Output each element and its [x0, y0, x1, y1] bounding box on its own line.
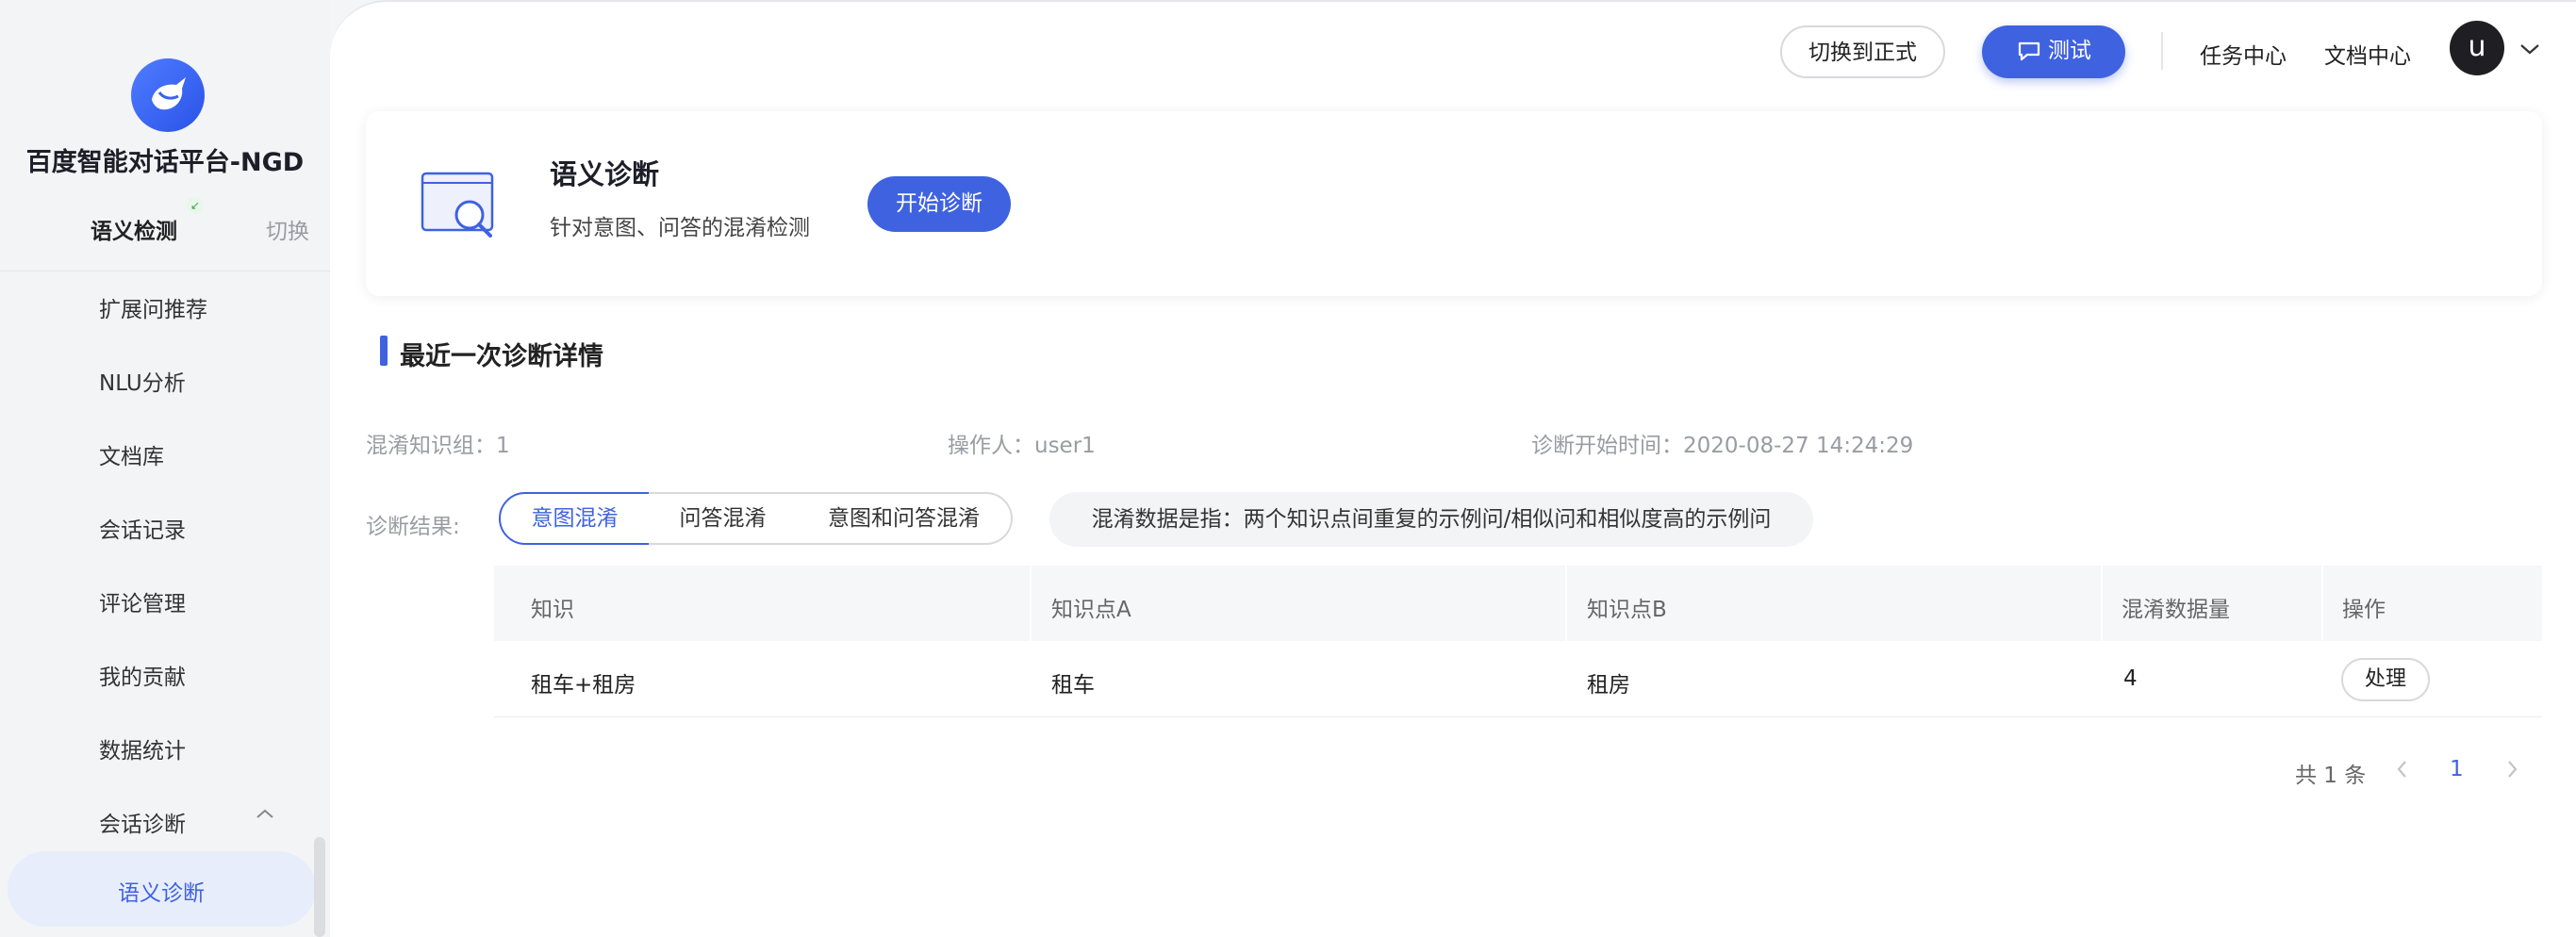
section-title: 最近一次诊断详情: [400, 342, 603, 371]
diagnosis-card: [366, 111, 2542, 296]
sidebar-item-semantic-diagnosis-label: 语义诊断: [118, 881, 205, 906]
table-cell-point-b: 租房: [1587, 673, 1630, 698]
pagination-total: 共 1 条: [2295, 764, 2367, 788]
avatar[interactable]: u: [2450, 21, 2504, 75]
section-accent-bar: [380, 336, 388, 366]
filter-qa-confusion[interactable]: 问答混淆: [649, 492, 799, 545]
sidebar-item-session-records[interactable]: 会话记录: [99, 512, 186, 544]
task-center-link[interactable]: 任务中心: [2200, 38, 2287, 70]
table-row-divider: [494, 716, 2542, 717]
table-cell-knowledge: 租车+租房: [531, 673, 636, 698]
doc-center-link[interactable]: 文档中心: [2324, 38, 2411, 70]
sidebar-item-data-statistics[interactable]: 数据统计: [99, 732, 186, 764]
filter-intent-qa-confusion[interactable]: 意图和问答混淆: [797, 492, 1013, 545]
meta-operator: 操作人：user1: [948, 434, 1096, 458]
column-header-knowledge: 知识: [531, 598, 574, 622]
diagnosis-monitor-icon: [421, 172, 494, 238]
filter-intent-confusion[interactable]: 意图混淆: [499, 492, 651, 545]
sidebar-item-nlu-analysis[interactable]: NLU分析: [99, 365, 186, 397]
sidebar-item-extension-recommend[interactable]: 扩展问推荐: [99, 291, 207, 323]
chevron-up-icon[interactable]: [254, 806, 276, 821]
sidebar-scrollbar[interactable]: [314, 837, 325, 937]
table-header-divider: [2321, 566, 2323, 641]
mode-status-icon: ↙: [187, 197, 204, 214]
column-header-action: 操作: [2342, 598, 2386, 622]
test-button[interactable]: 测试: [1982, 25, 2125, 78]
sidebar-item-doc-library[interactable]: 文档库: [99, 438, 164, 470]
sidebar: 百度智能对话平台-NGD 语义检测 ↙ 切换 扩展问推荐 NLU分析 文档库 会…: [0, 0, 330, 937]
pagination-current-page[interactable]: 1: [2450, 757, 2464, 781]
table-header: [494, 566, 2542, 641]
sidebar-item-comment-management[interactable]: 评论管理: [99, 585, 186, 617]
table-header-divider: [1030, 566, 1032, 641]
table-header-divider: [2101, 566, 2103, 641]
meta-start-time: 诊断开始时间：2020-08-27 14:24:29: [1531, 434, 1914, 458]
chevron-down-icon[interactable]: [2518, 41, 2542, 57]
topbar-separator: [2161, 32, 2163, 70]
card-title: 语义诊断: [550, 158, 660, 190]
card-description: 针对意图、问答的混淆检测: [550, 216, 810, 240]
brand-logo-icon: [131, 58, 205, 132]
column-header-point-a: 知识点A: [1051, 598, 1131, 622]
chat-bubble-icon: [2018, 41, 2040, 61]
table-header-divider: [1565, 566, 1567, 641]
start-diagnosis-button[interactable]: 开始诊断: [867, 176, 1011, 232]
switch-to-formal-button[interactable]: 切换到正式: [1780, 25, 1945, 78]
chevron-left-icon[interactable]: [2395, 759, 2410, 780]
sidebar-item-session-diagnosis[interactable]: 会话诊断: [99, 806, 186, 838]
handle-button[interactable]: 处理: [2341, 658, 2430, 701]
mode-label: 语义检测: [91, 220, 177, 244]
meta-confusion-group: 混淆知识组：1: [366, 434, 510, 458]
sidebar-item-my-contribution[interactable]: 我的贡献: [99, 659, 186, 691]
mode-switch-link[interactable]: 切换: [266, 213, 309, 245]
test-button-label: 测试: [2048, 39, 2091, 63]
confusion-note: 混淆数据是指：两个知识点间重复的示例问/相似问和相似度高的示例问: [1049, 492, 1813, 547]
chevron-right-icon[interactable]: [2504, 759, 2519, 780]
column-header-point-b: 知识点B: [1587, 598, 1667, 622]
table-cell-count: 4: [2123, 666, 2138, 691]
table-cell-point-a: 租车: [1051, 673, 1095, 698]
result-filter-label: 诊断结果:: [366, 515, 460, 539]
brand-name: 百度智能对话平台-NGD: [25, 148, 305, 177]
column-header-count: 混淆数据量: [2122, 598, 2230, 622]
